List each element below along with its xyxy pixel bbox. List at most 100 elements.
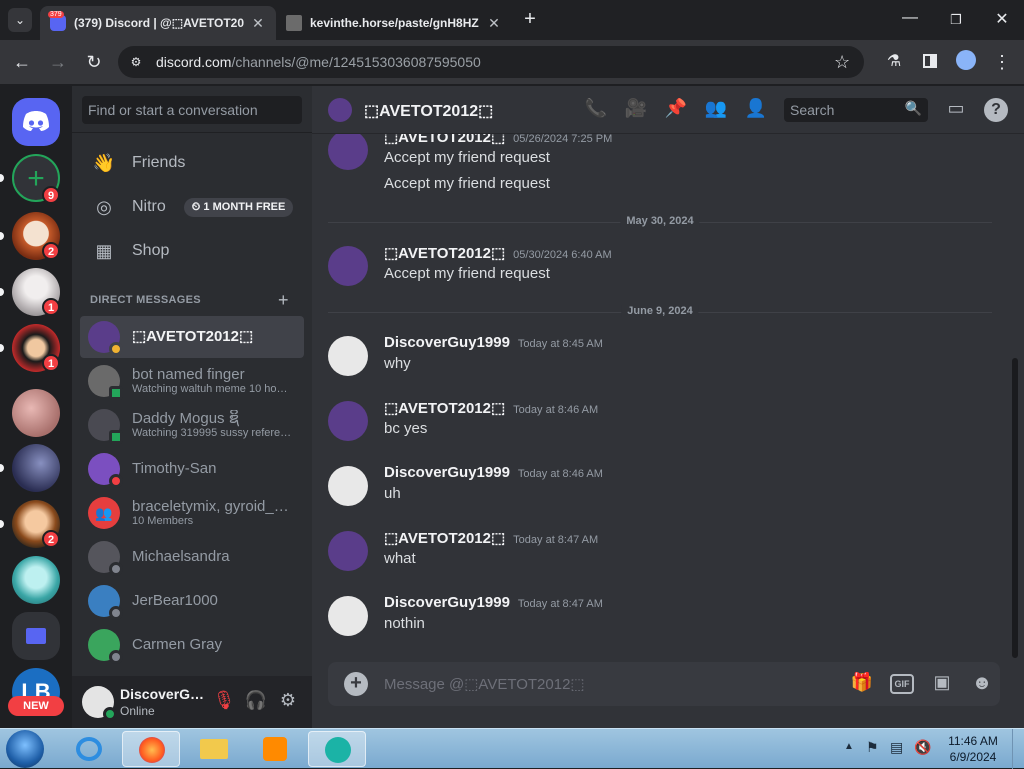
gif-icon[interactable]: GIF: [890, 674, 914, 694]
profile-icon[interactable]: [954, 50, 978, 74]
browser-menu-icon[interactable]: ⋮: [990, 50, 1014, 74]
server-icon[interactable]: [12, 556, 60, 604]
taskbar-app-icon[interactable]: [308, 731, 366, 767]
tab-search-button[interactable]: ⌄: [8, 8, 32, 32]
network-icon[interactable]: ▤: [890, 739, 903, 756]
close-tab-icon[interactable]: ✕: [486, 15, 502, 32]
message-author[interactable]: DiscoverGuy1999 Today at 8:45 AM: [384, 334, 603, 351]
taskbar-firefox-icon[interactable]: [122, 731, 180, 767]
user-avatar[interactable]: [82, 686, 117, 721]
gift-icon[interactable]: 🎁: [850, 672, 874, 696]
taskbar-explorer-icon[interactable]: [184, 731, 242, 767]
create-dm-button[interactable]: +: [278, 290, 289, 311]
reload-button[interactable]: ↻: [82, 50, 106, 74]
message[interactable]: DiscoverGuy1999 Today at 8:47 AM nothin: [328, 594, 988, 638]
dm-item[interactable]: Timothy-San: [80, 448, 304, 490]
dm-item[interactable]: Carmen Gray: [80, 624, 304, 666]
group-dm-icon: 👥: [88, 497, 120, 529]
show-hidden-icons[interactable]: ▲: [844, 741, 854, 752]
avatar[interactable]: [328, 246, 368, 286]
close-tab-icon[interactable]: ✕: [250, 15, 266, 32]
dm-item[interactable]: 👥 braceletymix, gyroid_… 10 Members: [80, 492, 304, 534]
avatar[interactable]: [328, 466, 368, 506]
start-button[interactable]: [6, 730, 44, 768]
bookmark-star-icon[interactable]: ☆: [834, 52, 850, 73]
dm-item[interactable]: ⬚AVETOT2012⬚: [80, 316, 304, 358]
url-text: discord.com/channels/@me/124515303608759…: [156, 54, 481, 70]
discord-home-button[interactable]: [12, 98, 60, 146]
headphones-icon[interactable]: 🎧: [244, 690, 268, 714]
chat-search-input[interactable]: Search 🔍: [784, 98, 928, 122]
volume-muted-icon[interactable]: 🔇: [914, 739, 931, 756]
clock-date[interactable]: 6/9/2024: [946, 750, 1000, 764]
tab-title: kevinthe.horse/paste/gnH8HZ: [310, 16, 479, 30]
message[interactable]: ⬚AVETOT2012⬚ 05/26/2024 7:25 PM Accept my…: [328, 134, 988, 192]
dm-item[interactable]: Michaelsandra: [80, 536, 304, 578]
dm-name: JerBear1000: [132, 592, 218, 610]
message-input[interactable]: Message @⬚AVETOT2012⬚: [384, 675, 585, 693]
message-author[interactable]: ⬚AVETOT2012⬚ 05/26/2024 7:25 PM: [384, 134, 612, 146]
avatar[interactable]: [328, 596, 368, 636]
avatar[interactable]: [328, 134, 368, 170]
back-button[interactable]: ←: [10, 50, 34, 74]
add-friends-icon[interactable]: 👥: [704, 98, 728, 122]
message-composer[interactable]: + Message @⬚AVETOT2012⬚ 🎁 GIF ▣ ☻: [328, 662, 1000, 706]
site-info-icon[interactable]: ⚙: [128, 54, 144, 70]
help-icon[interactable]: ?: [984, 98, 1008, 122]
message-timestamp: Today at 8:47 AM: [513, 534, 599, 546]
clock-time[interactable]: 11:46 AM: [948, 734, 998, 748]
message-text: uh: [384, 485, 401, 502]
message[interactable]: ⬚AVETOT2012⬚ Today at 8:47 AM what: [328, 529, 988, 573]
server-icon[interactable]: [12, 389, 60, 437]
server-folder-icon[interactable]: [12, 612, 60, 660]
user-name[interactable]: DiscoverG…: [120, 686, 204, 702]
message-author[interactable]: DiscoverGuy1999 Today at 8:46 AM: [384, 464, 603, 481]
avatar[interactable]: [328, 336, 368, 376]
sticker-icon[interactable]: ▣: [930, 672, 954, 696]
dm-item[interactable]: JerBear1000: [80, 580, 304, 622]
tab-discord[interactable]: 379 (379) Discord | @⬚AVETOT201… ✕: [40, 6, 276, 40]
message-author[interactable]: ⬚AVETOT2012⬚ 05/30/2024 6:40 AM: [384, 244, 612, 262]
side-panel-icon[interactable]: [918, 50, 942, 74]
call-icon[interactable]: 📞: [584, 98, 608, 122]
emoji-icon[interactable]: ☻: [970, 672, 994, 696]
restore-button[interactable]: ❐: [944, 8, 968, 32]
avatar[interactable]: [328, 401, 368, 441]
close-window-button[interactable]: ✕: [990, 8, 1014, 32]
attach-plus-icon[interactable]: +: [344, 672, 368, 696]
message-author[interactable]: ⬚AVETOT2012⬚ Today at 8:47 AM: [384, 529, 598, 547]
taskbar-media-player-icon[interactable]: [246, 731, 304, 767]
forward-button[interactable]: →: [46, 50, 70, 74]
message[interactable]: ⬚AVETOT2012⬚ 05/30/2024 6:40 AM Accept my…: [328, 244, 988, 288]
action-center-flag-icon[interactable]: ⚑: [866, 739, 879, 756]
new-tab-button[interactable]: +: [518, 8, 542, 32]
message-author[interactable]: ⬚AVETOT2012⬚ Today at 8:46 AM: [384, 399, 598, 417]
settings-gear-icon[interactable]: ⚙: [276, 690, 300, 714]
tab-paste[interactable]: kevinthe.horse/paste/gnH8HZ ✕: [276, 6, 512, 40]
nav-nitro[interactable]: ◎ Nitro ⏲ 1 MONTH FREE: [80, 186, 304, 228]
taskbar-ie-icon[interactable]: [60, 731, 118, 767]
pin-icon[interactable]: 📌: [664, 98, 688, 122]
minimize-button[interactable]: —: [898, 8, 922, 32]
server-icon[interactable]: [12, 444, 60, 492]
nav-shop[interactable]: ▦ Shop: [80, 230, 304, 272]
browser-toolbar: ← → ↻ ⚙ discord.com/channels/@me/1245153…: [0, 40, 1024, 84]
dm-item[interactable]: Daddy Mogus ຊິ Watching 319995 sussy refe…: [80, 404, 304, 446]
video-call-icon[interactable]: 🎥: [624, 98, 648, 122]
address-bar[interactable]: ⚙ discord.com/channels/@me/1245153036087…: [118, 46, 864, 78]
labs-icon[interactable]: ⚗: [882, 50, 906, 74]
dm-item[interactable]: bot named finger Watching waltuh meme 10 …: [80, 360, 304, 402]
show-desktop-button[interactable]: [1012, 729, 1024, 769]
message[interactable]: DiscoverGuy1999 Today at 8:46 AM uh: [328, 464, 988, 508]
inbox-icon[interactable]: ▭: [944, 98, 968, 122]
user-profile-icon[interactable]: 👤: [744, 98, 768, 122]
scrollbar[interactable]: [1012, 358, 1018, 658]
message[interactable]: ⬚AVETOT2012⬚ Today at 8:46 AM bc yes: [328, 399, 988, 443]
dm-search-input[interactable]: Find or start a conversation: [82, 96, 302, 124]
message[interactable]: DiscoverGuy1999 Today at 8:45 AM why: [328, 334, 988, 378]
mute-mic-icon[interactable]: 🎙: [212, 690, 236, 714]
avatar[interactable]: [328, 531, 368, 571]
mention-badge: 2: [42, 530, 60, 548]
nav-friends[interactable]: 👋 Friends: [80, 142, 304, 184]
message-author[interactable]: DiscoverGuy1999 Today at 8:47 AM: [384, 594, 603, 611]
